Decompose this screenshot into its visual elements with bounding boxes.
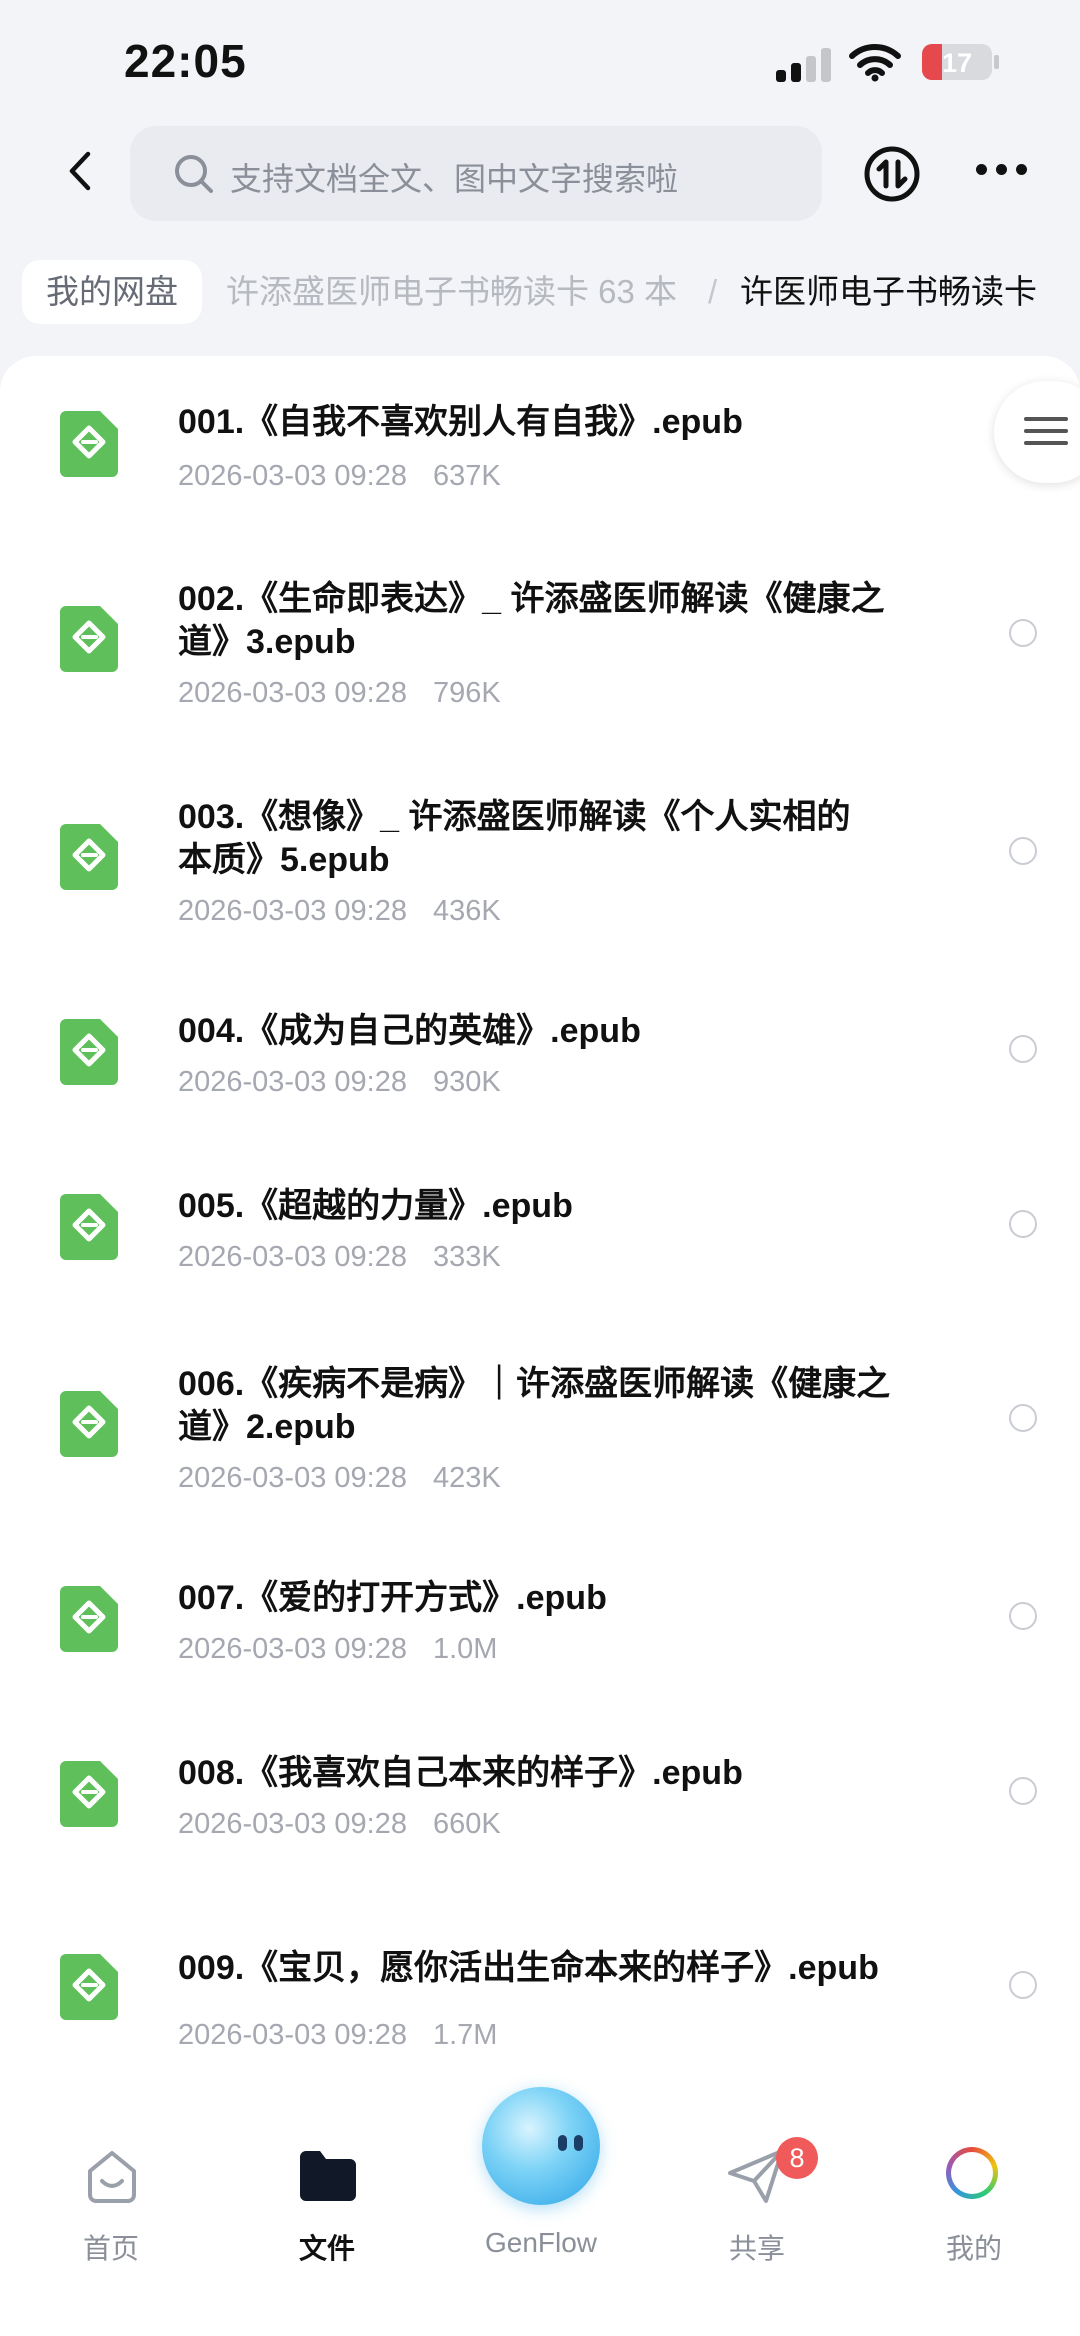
list-item[interactable]: 008.《我喜欢自己本来的样子》.epub 2026-03-03 09:28 66… [0,1684,1080,1859]
battery-icon: 17 [922,44,992,80]
select-checkbox[interactable] [1009,1602,1037,1630]
file-date: 2026-03-03 09:28 [178,460,407,492]
file-name: 005.《超越的力量》.epub [178,1187,573,1225]
home-icon [88,2151,136,2203]
list-item[interactable]: 007.《爱的打开方式》.epub 2026-03-03 09:28 1.0M [0,1509,1080,1684]
battery-level: 17 [941,48,973,78]
file-size: 423K [432,1462,501,1494]
select-checkbox[interactable] [1009,1971,1037,1999]
file-name: 008.《我喜欢自己本来的样子》.epub [178,1754,743,1792]
breadcrumb-home[interactable]: 我的网盘 [22,260,202,324]
select-checkbox[interactable] [1009,619,1037,647]
status-time: 22:05 [124,35,247,87]
file-size: 1.7M [432,2019,498,2051]
list-item[interactable]: 003.《想像》_ 许添盛医师解读《个人实相的 本质》5.epub 2026-03… [0,724,1080,942]
tab-home-label: 首页 [82,2233,139,2264]
file-name: 009.《宝贝，愿你活出生命本来的样子》.epub [178,1949,879,1987]
tab-genflow-label: GenFlow [484,2227,598,2258]
file-size: 796K [432,677,501,709]
file-meta: 2026-03-03 09:28 423K [178,1462,501,1495]
transfer-icon[interactable] [864,146,920,202]
file-meta: 2026-03-03 09:28 436K [178,895,501,928]
tab-genflow[interactable]: GenFlow [466,2087,616,2271]
list-item[interactable]: 004.《成为自己的英雄》.epub 2026-03-03 09:28 930K [0,942,1080,1117]
select-checkbox[interactable] [1009,1210,1037,1238]
file-name: 007.《爱的打开方式》.epub [178,1579,607,1617]
epub-file-icon [60,1019,118,1085]
file-name: 004.《成为自己的英雄》.epub [178,1012,641,1050]
breadcrumb-separator: / [708,273,718,310]
epub-file-icon [60,411,118,477]
file-size: 1.0M [432,1633,498,1665]
status-bar: 22:05 17 [0,0,1080,120]
list-item[interactable]: 009.《宝贝，愿你活出生命本来的样子》.epub 2026-03-03 09:… [0,1859,1080,2091]
file-meta: 2026-03-03 09:28 1.0M [178,1633,497,1666]
file-name: 002.《生命即表达》_ 许添盛医师解读《健康之 道》3.epub [178,580,885,661]
genflow-icon [482,2087,600,2205]
tab-files[interactable]: 文件 [252,2091,402,2271]
file-meta: 2026-03-03 09:28 637K [178,460,501,493]
bottom-tab-bar: 首页 文件 GenFlow 共享 8 我的 [0,2087,1080,2336]
epub-file-icon [60,1586,118,1652]
file-date: 2026-03-03 09:28 [178,1462,407,1494]
file-meta: 2026-03-03 09:28 796K [178,677,501,710]
list-item[interactable]: 005.《超越的力量》.epub 2026-03-03 09:28 333K [0,1117,1080,1291]
search-input[interactable]: 支持文档全文、图中文字搜索啦 [130,126,822,221]
share-count-badge: 8 [776,2137,818,2179]
file-size: 660K [432,1808,501,1840]
avatar [946,2147,998,2199]
epub-file-icon [60,824,118,890]
folder-icon [300,2151,356,2201]
file-date: 2026-03-03 09:28 [178,1241,407,1273]
tab-mine[interactable]: 我的 [899,2091,1049,2271]
breadcrumb-parent[interactable]: 许添盛医师电子书畅读卡 63 本 [226,260,677,324]
file-meta: 2026-03-03 09:28 1.7M [178,2019,497,2052]
list-item[interactable]: 006.《疾病不是病》｜许添盛医师解读《健康之 道》2.epub 2026-03-… [0,1291,1080,1509]
file-meta: 2026-03-03 09:28 660K [178,1808,501,1841]
wifi-icon [849,44,901,82]
tab-share[interactable]: 共享 [682,2091,832,2271]
select-checkbox[interactable] [1009,1777,1037,1805]
file-date: 2026-03-03 09:28 [178,2019,407,2051]
file-size: 930K [432,1066,501,1098]
tab-mine-label: 我的 [945,2233,1002,2264]
list-item[interactable]: 001.《自我不喜欢别人有自我》.epub 2026-03-03 09:28 63… [0,356,1080,506]
file-size: 436K [432,895,501,927]
select-checkbox[interactable] [1009,1404,1037,1432]
file-date: 2026-03-03 09:28 [178,1808,407,1840]
file-list: 001.《自我不喜欢别人有自我》.epub 2026-03-03 09:28 63… [0,356,1080,2091]
back-icon[interactable] [58,148,104,194]
file-date: 2026-03-03 09:28 [178,1066,407,1098]
file-date: 2026-03-03 09:28 [178,895,407,927]
file-date: 2026-03-03 09:28 [178,1633,407,1665]
tab-files-label: 文件 [298,2233,355,2264]
epub-file-icon [60,1194,118,1260]
list-item[interactable]: 002.《生命即表达》_ 许添盛医师解读《健康之 道》3.epub 2026-03… [0,506,1080,724]
file-size: 333K [432,1241,501,1273]
breadcrumb-current: 许医师电子书畅读卡 [740,273,1037,310]
more-icon[interactable] [972,160,1032,182]
epub-file-icon [60,1391,118,1457]
file-meta: 2026-03-03 09:28 333K [178,1241,501,1274]
signal-icon [776,48,834,82]
file-size: 637K [432,460,501,492]
file-name: 006.《疾病不是病》｜许添盛医师解读《健康之 道》2.epub [178,1365,891,1446]
epub-file-icon [60,606,118,672]
select-checkbox[interactable] [1009,837,1037,865]
select-checkbox[interactable] [1009,1035,1037,1063]
search-icon [175,155,213,193]
file-meta: 2026-03-03 09:28 930K [178,1066,501,1099]
search-placeholder: 支持文档全文、图中文字搜索啦 [230,161,679,197]
file-date: 2026-03-03 09:28 [178,677,407,709]
tab-home[interactable]: 首页 [36,2091,186,2271]
epub-file-icon [60,1954,118,2020]
file-name: 003.《想像》_ 许添盛医师解读《个人实相的 本质》5.epub [178,798,851,879]
file-name: 001.《自我不喜欢别人有自我》.epub [178,403,743,441]
breadcrumb: 我的网盘 许添盛医师电子书畅读卡 63 本 / 许医师电子书畅读卡 [0,256,1080,332]
tab-share-label: 共享 [728,2233,785,2264]
epub-file-icon [60,1761,118,1827]
